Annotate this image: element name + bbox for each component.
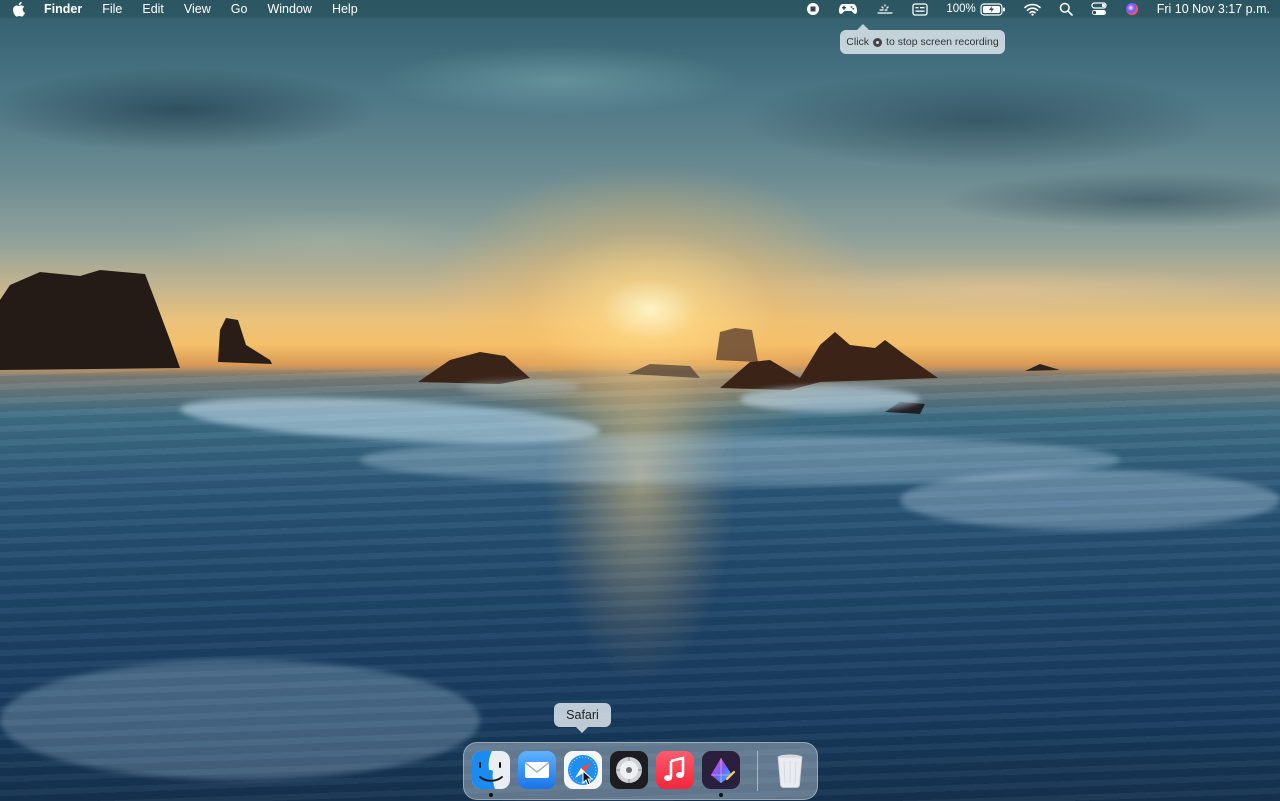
battery-status[interactable]: 100% (946, 0, 1005, 18)
dock-trash-icon[interactable] (771, 751, 809, 789)
recording-tooltip-suffix: to stop screen recording (886, 36, 999, 48)
dock (463, 742, 818, 800)
desktop-wallpaper (0, 0, 1280, 801)
menu-bar: Finder File Edit View Go Window Help 100… (0, 0, 1280, 18)
dock-mail-icon[interactable] (518, 751, 556, 789)
wifi-icon[interactable] (1023, 0, 1041, 18)
battery-icon (980, 2, 1005, 16)
dock-finder-running-indicator (489, 793, 493, 797)
menu-view[interactable]: View (184, 0, 211, 18)
screen-recording-stop-icon[interactable] (806, 0, 820, 18)
apple-menu-icon[interactable] (12, 1, 27, 17)
recording-tooltip-prefix: Click (846, 36, 870, 48)
dock-separator (757, 751, 758, 791)
menu-go[interactable]: Go (231, 0, 248, 18)
menu-help[interactable]: Help (332, 0, 358, 18)
dock-music-icon[interactable] (656, 751, 694, 789)
screen-recording-tooltip: Click to stop screen recording (840, 24, 1005, 54)
wallpaper-wave (0, 660, 480, 780)
keyboard-input-icon[interactable] (912, 0, 928, 18)
dock-finder-icon[interactable] (472, 751, 510, 789)
menu-window[interactable]: Window (267, 0, 311, 18)
dock-creative-app-running-indicator (719, 793, 723, 797)
dock-disk-utility-icon[interactable] (610, 751, 648, 789)
menu-clock[interactable]: Fri 10 Nov 3:17 p.m. (1157, 0, 1270, 18)
menu-edit[interactable]: Edit (142, 0, 164, 18)
menu-app-name[interactable]: Finder (44, 0, 82, 18)
siri-icon[interactable] (1125, 0, 1139, 18)
battery-percent: 100% (946, 3, 976, 15)
weather-icon[interactable] (876, 0, 894, 18)
wallpaper-wave (740, 386, 920, 412)
dock-creative-app-icon[interactable] (702, 751, 740, 789)
spotlight-search-icon[interactable] (1059, 0, 1073, 18)
menu-file[interactable]: File (102, 0, 122, 18)
wallpaper-wave (460, 380, 580, 394)
game-controller-icon[interactable] (838, 0, 858, 18)
stop-recording-icon (873, 37, 883, 47)
mouse-pointer-icon (582, 770, 594, 786)
wallpaper-wave (900, 470, 1280, 530)
control-center-icon[interactable] (1091, 0, 1107, 18)
dock-hover-tooltip: Safari (554, 703, 611, 733)
